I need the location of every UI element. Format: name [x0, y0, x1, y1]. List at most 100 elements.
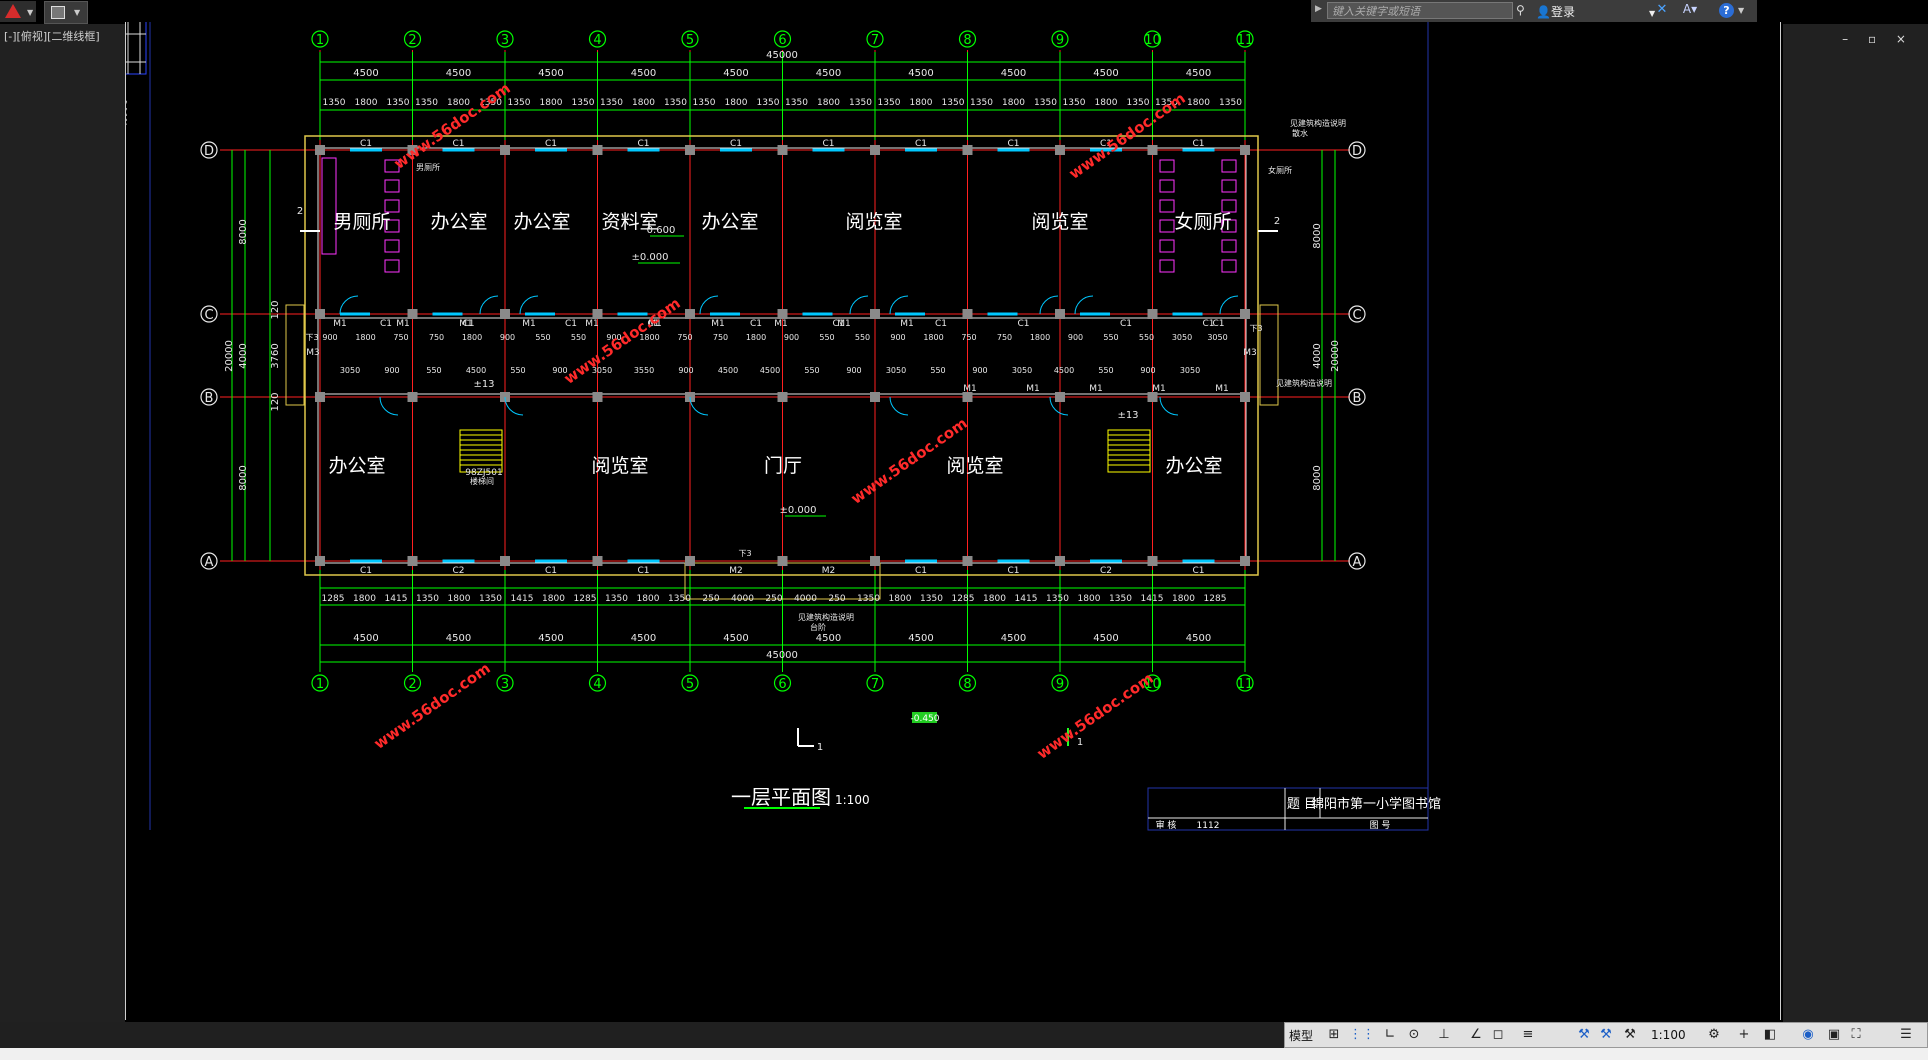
grid-icon[interactable]: ⊞	[1325, 1027, 1343, 1043]
toilet-fixture	[1159, 259, 1175, 273]
help-icon[interactable]: ?	[1719, 3, 1734, 18]
plus-icon[interactable]: +	[1735, 1027, 1753, 1043]
drawing-area[interactable]: 分类号 1 1 2 2 3 3 4 4 5 5 6 6 7 7 8 8 9 9 10 10 11 11 A A B B C C D D C1 C…	[125, 22, 1783, 1022]
login-label: 登录	[1550, 5, 1575, 19]
dim-text: 550	[930, 366, 945, 375]
dim-text: 1800	[448, 594, 471, 604]
window-label: C1	[545, 566, 557, 576]
dim-text: 3050	[886, 366, 906, 375]
dim-text: 1350	[664, 98, 687, 108]
dim-text: 4500	[723, 68, 748, 79]
isolate-icon[interactable]: ◧	[1761, 1027, 1779, 1043]
column	[407, 309, 418, 319]
axis-label-2: 2	[408, 33, 416, 48]
dim-text: 1350	[1127, 98, 1150, 108]
annotation-scale-icon[interactable]: ⚒	[1621, 1027, 1639, 1043]
autoscale-icon[interactable]: ⚒	[1597, 1027, 1615, 1043]
dim-text: 1800	[542, 594, 565, 604]
snap-icon[interactable]: ⋮⋮	[1349, 1027, 1375, 1043]
column	[777, 556, 788, 566]
status-bottom-strip	[0, 1048, 1928, 1060]
column	[1055, 556, 1065, 566]
polar-icon[interactable]: ⊙	[1405, 1027, 1423, 1043]
dim-text: 1415	[1015, 594, 1038, 604]
lineweight-icon[interactable]: ≡	[1519, 1027, 1537, 1043]
dim-text: 550	[535, 333, 550, 342]
binoculars-icon[interactable]: ⚲	[1516, 3, 1525, 17]
column	[870, 309, 880, 319]
ortho-icon[interactable]: ∟	[1381, 1027, 1399, 1043]
section-mark: 1	[817, 742, 823, 753]
dim-text: 1800	[637, 594, 660, 604]
window-label: C1	[545, 139, 557, 149]
dim-text: 1350	[1046, 594, 1069, 604]
dim-text: 1800	[889, 594, 912, 604]
dim-text: 1350	[942, 98, 965, 108]
sheet-border-left	[125, 22, 126, 1020]
room-name: 女厕所	[1174, 211, 1231, 233]
dim-text: 1800	[355, 98, 378, 108]
toilet-fixture	[384, 179, 400, 193]
elevation-mark: ±0.000	[779, 505, 816, 516]
axis-label-B: B	[1353, 391, 1362, 406]
exchange-icon[interactable]: ✕	[1653, 2, 1671, 19]
chevron-down-icon: ▼	[74, 8, 81, 17]
dim-text: 1285	[952, 594, 975, 604]
dim-text: 900	[678, 366, 693, 375]
menu-icon[interactable]: ☰	[1897, 1027, 1915, 1043]
note-text: 下3	[738, 549, 751, 558]
room-name: 办公室	[701, 211, 758, 233]
graphics-icon[interactable]: ▣	[1825, 1027, 1843, 1043]
axis-label-6: 6	[778, 33, 786, 48]
osnap-icon[interactable]: ⊥	[1435, 1027, 1453, 1043]
dim-text: 8000	[238, 219, 249, 244]
gear-icon[interactable]: ⚙	[1705, 1027, 1723, 1043]
dim-text: 900	[784, 333, 799, 342]
autodesk-a360-icon[interactable]: A▾	[1679, 2, 1701, 19]
dim-text: 4000	[794, 594, 817, 604]
expand-icon[interactable]: ▶	[1315, 4, 1322, 14]
dim-text: 1285	[322, 594, 345, 604]
column	[592, 556, 603, 566]
model-tab[interactable]: 模型	[1289, 1027, 1313, 1044]
search-input[interactable]: 键入关键字或短语	[1327, 2, 1513, 19]
column	[777, 309, 788, 319]
annotation-scale[interactable]: 1:100	[1651, 1028, 1686, 1042]
dim-text: 900	[972, 366, 987, 375]
quick-access-toolbar[interactable]: ▼	[44, 1, 88, 24]
chevron-down-icon[interactable]: ▼	[1738, 6, 1744, 15]
dim-text: 3050	[340, 366, 360, 375]
dim-text: 750	[997, 333, 1012, 342]
dim-text: 1350	[479, 594, 502, 604]
window-label: C1	[730, 139, 742, 149]
title-bar: ▼ ▼ ▶ 键入关键字或短语 ⚲ 👤登录 ▼ ✕ A▾ ? ▼	[0, 0, 1928, 24]
title-block-cell: 图 号	[1370, 820, 1391, 831]
dim-text: 1350	[920, 594, 943, 604]
ucs-icon[interactable]: ◻	[1489, 1027, 1507, 1043]
fullscreen-icon[interactable]: ⛶	[1847, 1027, 1865, 1043]
login-button[interactable]: 👤登录 ▼	[1536, 3, 1655, 20]
dim-text: 4500	[631, 633, 656, 644]
annotation-visibility-icon[interactable]: ⚒	[1575, 1027, 1593, 1043]
door-label: M1	[1089, 384, 1103, 394]
app-menu-button[interactable]: ▼	[0, 1, 36, 22]
window-label: C1	[452, 139, 464, 149]
viewport-controls[interactable]: [-][俯视][二维线框]	[4, 28, 100, 44]
door-swing	[1074, 295, 1094, 315]
dim-text: 20000	[224, 340, 235, 372]
window-label: C2	[1100, 566, 1112, 576]
otrack-icon[interactable]: ∠	[1467, 1027, 1485, 1043]
column	[962, 145, 973, 155]
window-controls[interactable]: – ▫ ×	[1842, 32, 1914, 46]
drawing-title: 一层平面图	[731, 785, 831, 809]
elevation-mark: -0.450	[910, 714, 939, 724]
dim-text: 1800	[1030, 333, 1050, 342]
column	[407, 556, 418, 566]
dim-text: 8000	[1312, 465, 1323, 490]
dim-text: 1800	[983, 594, 1006, 604]
dim-text: 1800	[1187, 98, 1210, 108]
door-label: M3	[306, 348, 320, 358]
hardware-accel-icon[interactable]: ◉	[1799, 1027, 1817, 1043]
title-block-cell: 审 核	[1156, 819, 1177, 831]
dim-text: 1350	[668, 594, 691, 604]
